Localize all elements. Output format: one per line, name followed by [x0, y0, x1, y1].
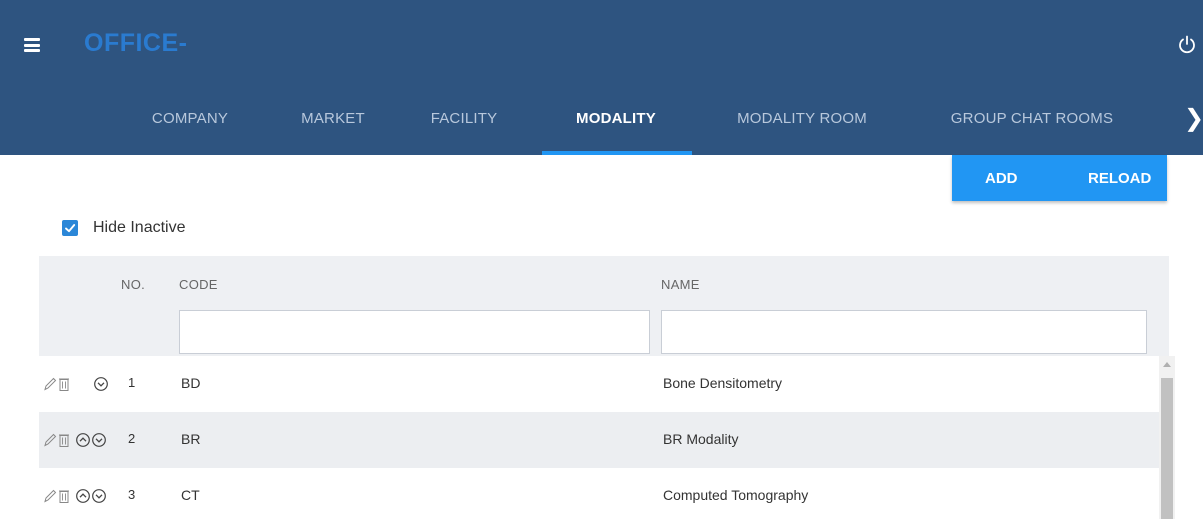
- move-up-icon[interactable]: [75, 488, 91, 504]
- hide-inactive-label: Hide Inactive: [93, 219, 186, 236]
- edit-pencil-icon[interactable]: [43, 432, 57, 448]
- hamburger-menu-icon[interactable]: [24, 38, 40, 52]
- table-row[interactable]: 2 BR BR Modality: [39, 412, 1159, 468]
- tab-bar: COMPANY MARKET FACILITY MODALITY MODALIT…: [0, 100, 1203, 155]
- power-icon[interactable]: [1176, 34, 1198, 56]
- table-row[interactable]: 1 BD Bone Densitometry: [39, 356, 1159, 412]
- row-actions: [39, 412, 107, 468]
- column-header-no[interactable]: NO.: [121, 277, 145, 292]
- grid-body: 1 BD Bone Densitometry 2 BR BR Modality …: [39, 356, 1159, 519]
- grid-vertical-scrollbar[interactable]: [1159, 356, 1175, 519]
- grid-header: NO. CODE NAME: [39, 256, 1169, 356]
- table-row[interactable]: 3 CT Computed Tomography: [39, 468, 1159, 519]
- tab-modality[interactable]: MODALITY: [560, 110, 672, 155]
- tab-modality-room[interactable]: MODALITY ROOM: [718, 110, 886, 155]
- edit-pencil-icon[interactable]: [43, 488, 57, 504]
- move-down-icon[interactable]: [93, 376, 109, 392]
- scrollbar-thumb[interactable]: [1161, 378, 1173, 519]
- row-code: BD: [181, 375, 201, 391]
- tab-group-chat-rooms[interactable]: GROUP CHAT ROOMS: [932, 110, 1132, 155]
- row-number: 1: [128, 375, 136, 390]
- row-name: BR Modality: [663, 431, 739, 447]
- active-tab-indicator: [542, 151, 692, 155]
- code-filter-input[interactable]: [179, 310, 650, 354]
- row-actions: [39, 356, 109, 412]
- tab-market[interactable]: MARKET: [290, 110, 376, 155]
- row-code: CT: [181, 487, 200, 503]
- row-name: Bone Densitometry: [663, 375, 783, 391]
- delete-trash-icon[interactable]: [57, 432, 71, 448]
- edit-pencil-icon[interactable]: [43, 376, 57, 392]
- column-header-code[interactable]: CODE: [179, 277, 218, 292]
- row-actions: [39, 468, 107, 519]
- hide-inactive-checkbox[interactable]: [62, 220, 78, 236]
- reload-button[interactable]: RELOAD: [1088, 170, 1151, 187]
- move-down-icon[interactable]: [91, 488, 107, 504]
- row-number: 3: [128, 487, 136, 502]
- row-name: Computed Tomography: [663, 487, 809, 503]
- tabs-next-arrow-icon[interactable]: ❯: [1184, 104, 1203, 133]
- move-up-icon[interactable]: [75, 432, 91, 448]
- tab-facility[interactable]: FACILITY: [412, 110, 516, 155]
- name-filter-input[interactable]: [661, 310, 1147, 354]
- row-number: 2: [128, 431, 136, 446]
- tab-company[interactable]: COMPANY: [140, 110, 240, 155]
- scroll-up-arrow-icon[interactable]: [1163, 362, 1171, 367]
- hide-inactive-toggle[interactable]: Hide Inactive: [62, 218, 186, 238]
- column-header-name[interactable]: NAME: [661, 277, 700, 292]
- checkmark-icon: [65, 224, 76, 233]
- row-code: BR: [181, 431, 201, 447]
- move-down-icon[interactable]: [91, 432, 107, 448]
- app-title: OFFICE-: [84, 29, 188, 57]
- add-button[interactable]: ADD: [985, 170, 1018, 187]
- delete-trash-icon[interactable]: [57, 488, 71, 504]
- delete-trash-icon[interactable]: [57, 376, 71, 392]
